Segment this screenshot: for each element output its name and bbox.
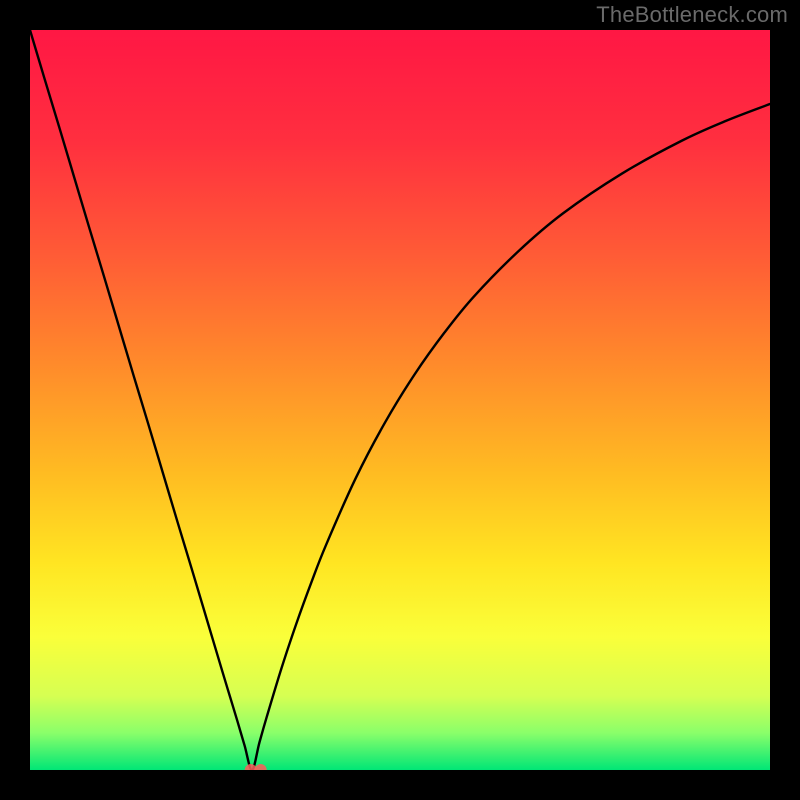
bottleneck-chart	[30, 30, 770, 770]
chart-frame: TheBottleneck.com	[0, 0, 800, 800]
plot-area	[30, 30, 770, 770]
watermark-text: TheBottleneck.com	[596, 2, 788, 28]
